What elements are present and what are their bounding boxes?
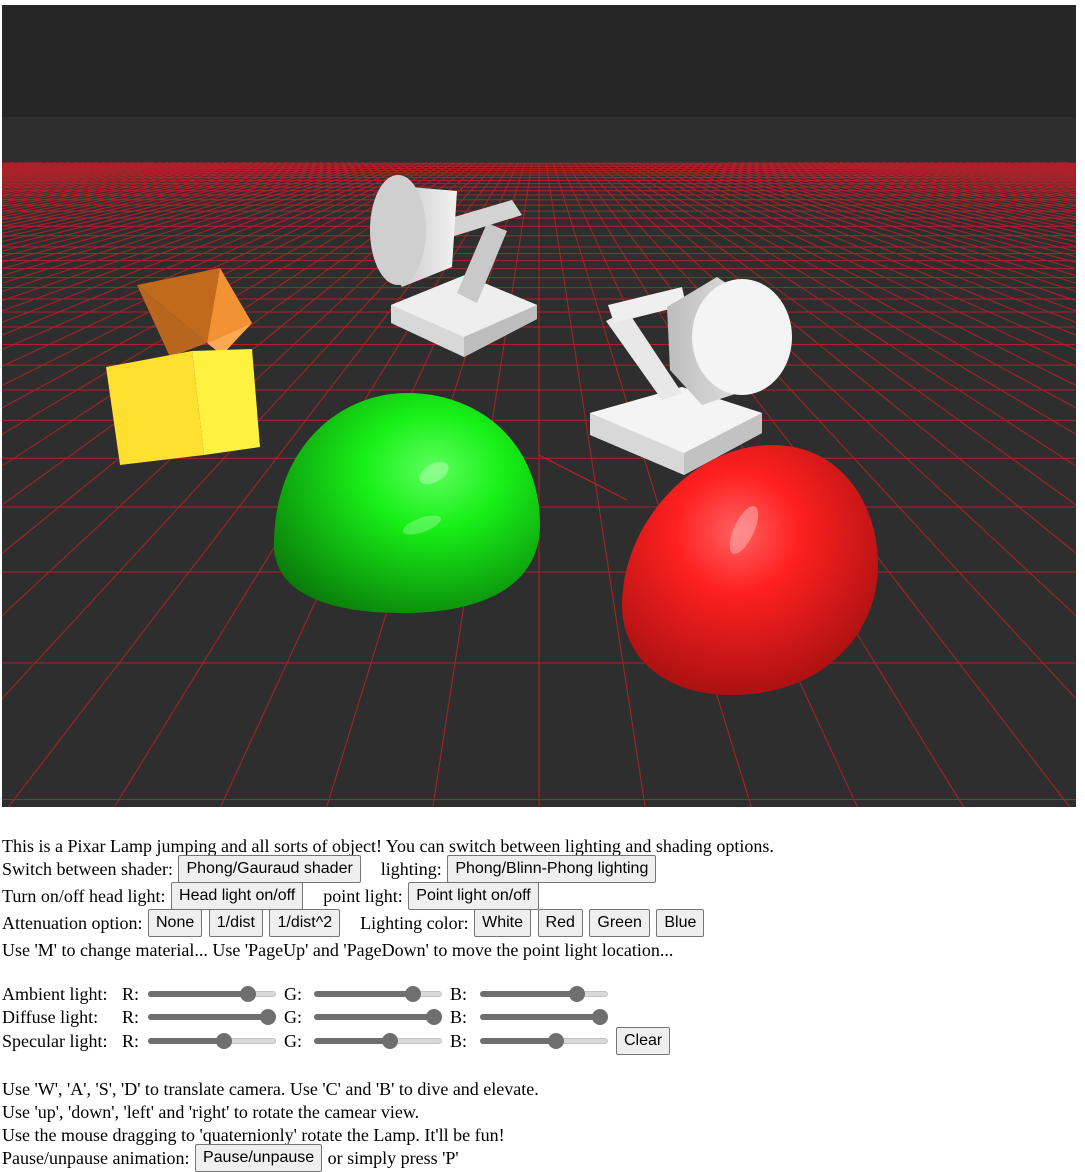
slider-row: Diffuse light: R: G: B: (2, 1003, 614, 1029)
slider-row-label: Diffuse light: (2, 1006, 99, 1027)
pause-button[interactable]: Pause/unpause (194, 1144, 323, 1172)
intro-text: This is a Pixar Lamp jumping and all sor… (2, 832, 774, 858)
slider-row-label: Specular light: (2, 1031, 108, 1051)
shader-toggle-button[interactable]: Phong/Gauraud shader (178, 855, 361, 883)
material-hint: Use 'M' to change material... Use 'PageU… (2, 936, 673, 962)
slider-thumb[interactable] (404, 985, 421, 1002)
attenuation-label: Attenuation option: (2, 913, 143, 933)
pause-row: Pause/unpause animation: Pause/unpause o… (2, 1144, 459, 1172)
channel-label: B: (450, 1031, 468, 1051)
slider-row: Specular light: R: G: B: Clear (2, 1027, 671, 1055)
light-slider[interactable] (314, 1033, 442, 1049)
attenuation-dist-button[interactable]: 1/dist (208, 909, 263, 937)
material-hint-text: Use 'M' to change material... Use 'PageU… (2, 939, 674, 960)
slider-thumb[interactable] (260, 1008, 277, 1025)
channel-label: B: (450, 1006, 468, 1027)
color-red-button[interactable]: Red (537, 909, 583, 937)
light-slider[interactable] (480, 985, 608, 1002)
slider-thumb[interactable] (381, 1033, 398, 1049)
lights-row: Turn on/off head light: Head light on/of… (2, 882, 540, 910)
shader-label: Switch between shader: (2, 859, 173, 879)
rotate-help: Use 'up', 'down', 'left' and 'right' to … (2, 1098, 419, 1124)
point-light-button[interactable]: Point light on/off (408, 882, 539, 910)
channel-label: G: (284, 1031, 302, 1051)
light-slider[interactable] (148, 985, 276, 1002)
point-light-label: point light: (323, 886, 403, 906)
head-light-button[interactable]: Head light on/off (171, 882, 304, 910)
color-blue-button[interactable]: Blue (656, 909, 705, 937)
lighting-toggle-button[interactable]: Phong/Blinn-Phong lighting (447, 855, 657, 883)
pause-suffix: or simply press 'P' (327, 1148, 459, 1168)
clear-button[interactable]: Clear (616, 1027, 671, 1055)
lighting-label: lighting: (380, 859, 442, 879)
channel-label: R: (122, 1031, 140, 1051)
attenuation-dist2-button[interactable]: 1/dist^2 (269, 909, 341, 937)
light-slider[interactable] (480, 1033, 608, 1049)
color-white-button[interactable]: White (474, 909, 532, 937)
lighting-color-label: Lighting color: (360, 913, 469, 933)
attenuation-none-button[interactable]: None (147, 909, 203, 937)
mouse-help-text: Use the mouse dragging to 'quaternionly'… (2, 1124, 505, 1145)
mouse-help: Use the mouse dragging to 'quaternionly'… (2, 1121, 505, 1147)
color-green-button[interactable]: Green (589, 909, 650, 937)
camera-help: Use 'W', 'A', 'S', 'D' to translate came… (2, 1075, 539, 1101)
light-slider[interactable] (480, 1008, 609, 1025)
intro-label: This is a Pixar Lamp jumping and all sor… (2, 835, 774, 856)
rotate-help-text: Use 'up', 'down', 'left' and 'right' to … (2, 1101, 420, 1122)
light-slider[interactable] (148, 1008, 277, 1025)
channel-label: G: (284, 1006, 302, 1027)
webgl-canvas[interactable] (2, 5, 1076, 807)
pause-label: Pause/unpause animation: (2, 1148, 190, 1168)
attenuation-row: Attenuation option: None 1/dist 1/dist^2… (2, 909, 705, 937)
slider-thumb[interactable] (239, 985, 256, 1002)
slider-thumb[interactable] (547, 1033, 564, 1049)
slider-thumb[interactable] (426, 1008, 443, 1025)
cube-object (106, 349, 260, 465)
light-slider[interactable] (314, 1008, 443, 1025)
slider-thumb[interactable] (569, 985, 586, 1002)
channel-label: R: (122, 1006, 140, 1027)
light-slider[interactable] (148, 1033, 276, 1049)
camera-help-text: Use 'W', 'A', 'S', 'D' to translate came… (2, 1078, 539, 1099)
light-slider[interactable] (314, 985, 442, 1002)
slider-thumb[interactable] (215, 1033, 232, 1049)
shader-row: Switch between shader: Phong/Gauraud sha… (2, 855, 657, 883)
slider-row: Ambient light: R: G: B: (2, 980, 614, 1006)
head-light-label: Turn on/off head light: (2, 886, 166, 906)
slider-thumb[interactable] (592, 1008, 609, 1025)
